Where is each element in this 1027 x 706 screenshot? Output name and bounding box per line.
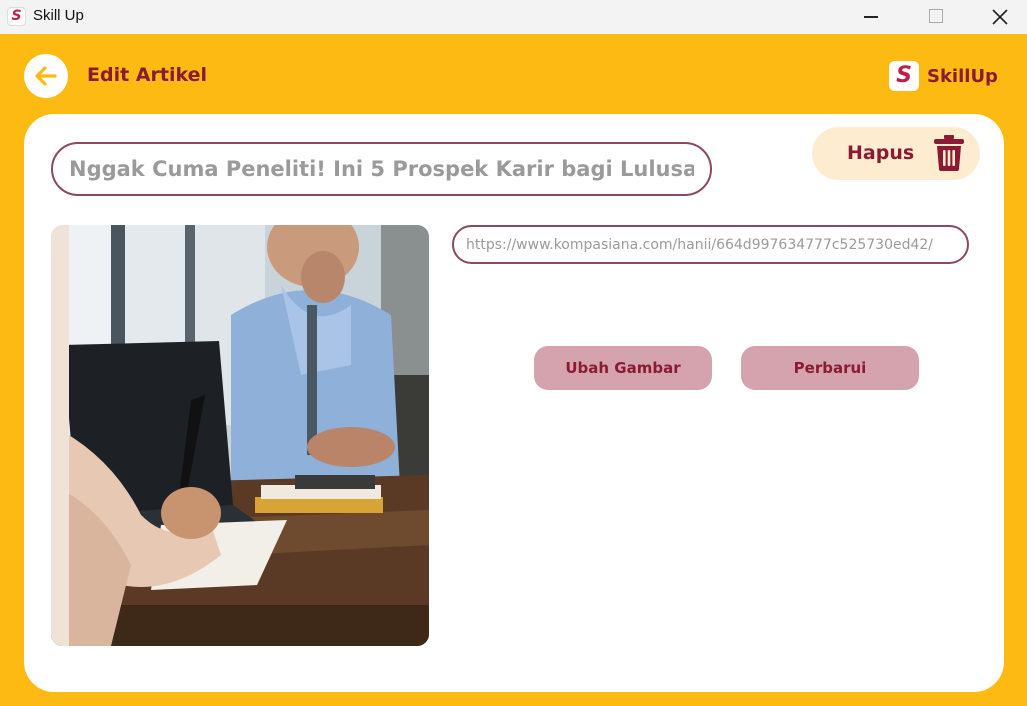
article-url-input[interactable] (452, 225, 969, 264)
app-area: Edit Artikel S SkillUp Hapus (0, 34, 1027, 706)
change-image-button[interactable]: Ubah Gambar (534, 346, 712, 390)
brand-name: SkillUp (927, 66, 998, 87)
article-image (51, 225, 429, 646)
skillup-logo-icon: S (889, 61, 919, 91)
skillup-app-icon: S (7, 7, 26, 26)
window-title: Skill Up (33, 7, 84, 24)
trash-icon (934, 135, 964, 171)
maximize-button[interactable] (902, 0, 968, 34)
arrow-left-icon (35, 66, 57, 86)
maximize-icon (929, 9, 943, 23)
close-icon (992, 9, 1008, 25)
page-title: Edit Artikel (87, 64, 207, 86)
article-title-input[interactable] (51, 142, 712, 196)
delete-button-label: Hapus (847, 142, 915, 164)
minimize-icon (864, 16, 878, 18)
update-button[interactable]: Perbarui (741, 346, 919, 390)
edit-card: Hapus (24, 114, 1004, 692)
delete-button[interactable]: Hapus (812, 127, 980, 180)
office-photo (51, 225, 429, 646)
window-titlebar: S Skill Up (0, 0, 1027, 34)
back-button[interactable] (24, 54, 68, 98)
close-button[interactable] (966, 0, 1027, 34)
minimize-button[interactable] (838, 0, 904, 34)
